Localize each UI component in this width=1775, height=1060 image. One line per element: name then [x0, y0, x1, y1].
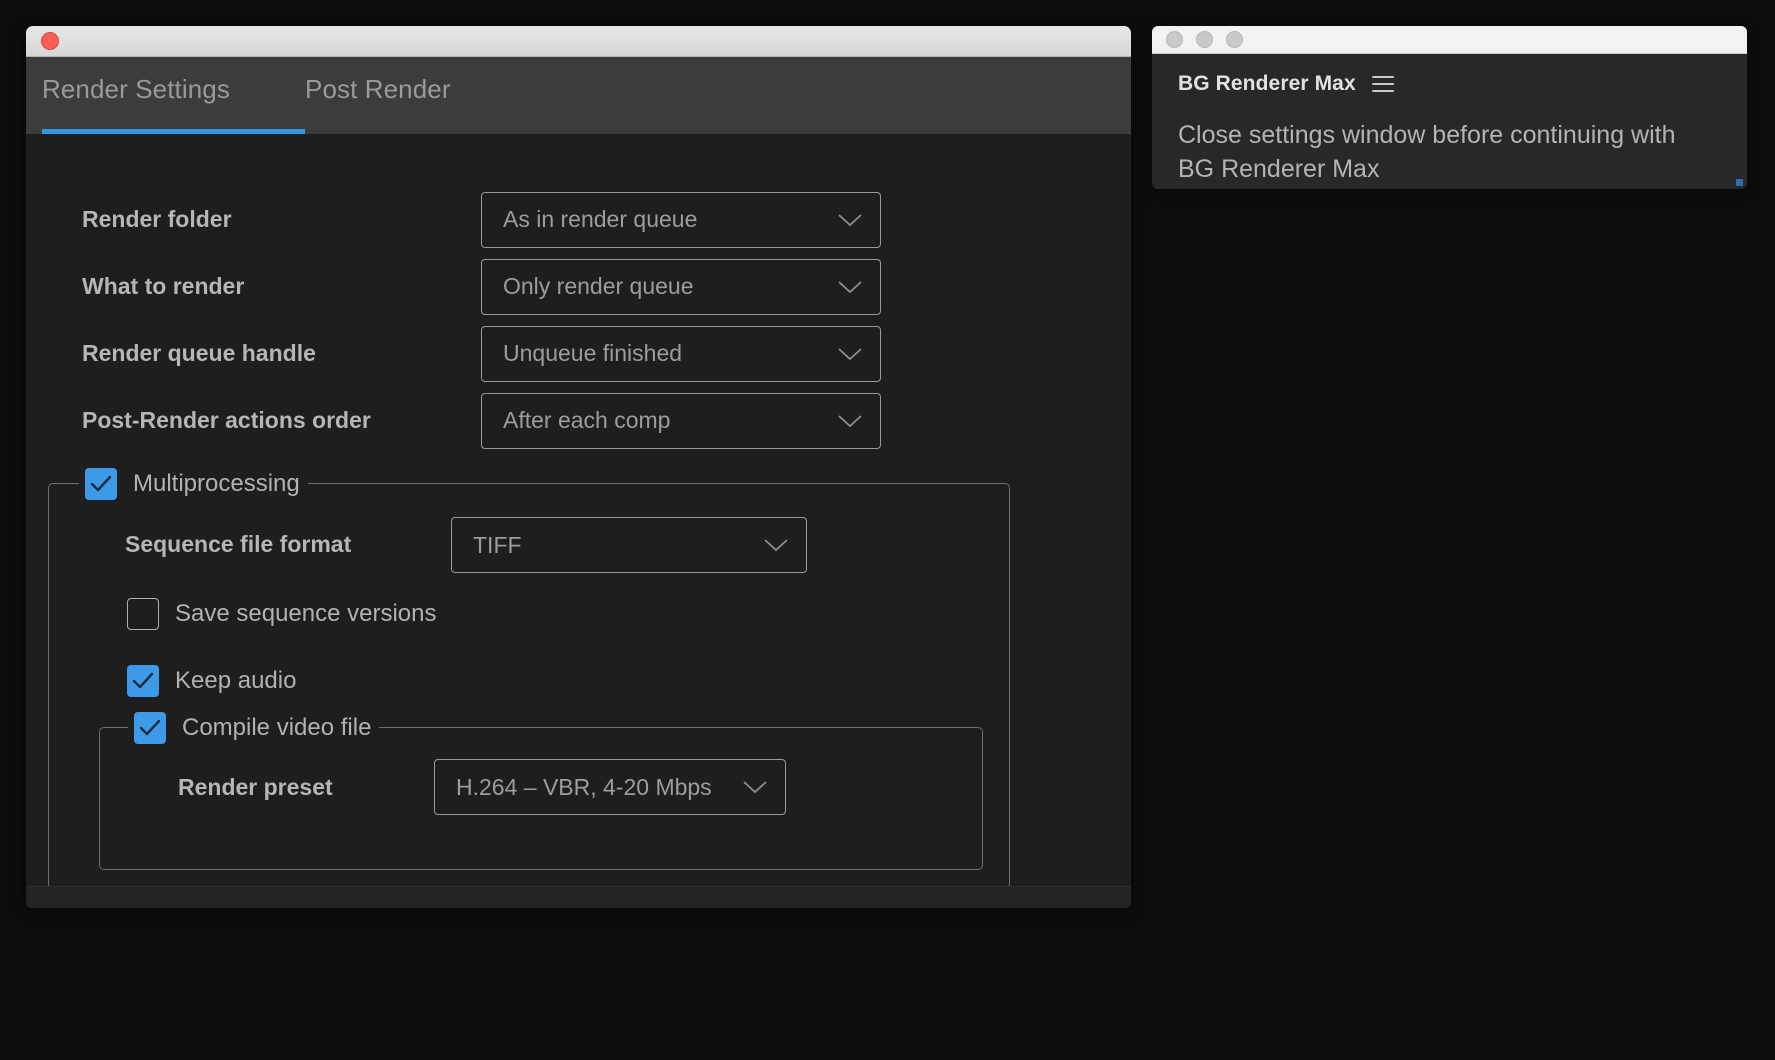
dropdown-render-folder-value: As in render queue [503, 206, 698, 232]
row-render-preset: Render preset H.264 – VBR, 4-20 Mbps [100, 759, 982, 815]
chevron-down-icon [763, 538, 789, 552]
bg-panel-title: BG Renderer Max [1178, 72, 1356, 95]
dropdown-post-render-actions-order[interactable]: After each comp [481, 392, 881, 449]
dropdown-render-preset[interactable]: H.264 – VBR, 4-20 Mbps [434, 759, 786, 815]
bg-window-titlebar [1152, 26, 1747, 54]
chevron-down-icon [837, 414, 863, 428]
bg-maximize-button[interactable] [1226, 31, 1243, 48]
resize-grip[interactable] [1736, 179, 1743, 186]
bg-close-button[interactable] [1166, 31, 1183, 48]
chevron-down-icon [837, 280, 863, 294]
tab-post-render[interactable]: Post Render [305, 74, 451, 105]
label-save-sequence-versions: Save sequence versions [175, 600, 437, 627]
dropdown-sequence-file-format-value: TIFF [473, 531, 522, 558]
checkbox-compile-video-file[interactable] [134, 712, 166, 744]
row-keep-audio[interactable]: Keep audio [127, 665, 296, 697]
dropdown-render-folder[interactable]: As in render queue [481, 191, 881, 248]
render-settings-window: Render Settings Post Render Render folde… [26, 26, 1131, 908]
row-sequence-file-format: Sequence file format TIFF [49, 517, 1009, 573]
dropdown-render-queue-handle-value: Unqueue finished [503, 340, 683, 366]
tab-render-settings-label: Render Settings [42, 74, 230, 104]
dropdown-render-queue-handle[interactable]: Unqueue finished [481, 325, 881, 382]
chevron-down-icon [837, 213, 863, 227]
label-keep-audio: Keep audio [175, 667, 297, 694]
dropdown-what-to-render[interactable]: Only render queue [481, 258, 881, 315]
label-render-queue-handle: Render queue handle [82, 340, 316, 366]
compile-video-file-group: Compile video file Render preset H.264 –… [99, 710, 983, 870]
multiprocessing-group: Multiprocessing Sequence file format TIF… [48, 466, 1010, 889]
row-render-folder: Render folder As in render queue [26, 186, 1131, 253]
checkbox-multiprocessing[interactable] [85, 468, 117, 500]
bg-window-body: BG Renderer Max Close settings window be… [1152, 54, 1747, 189]
tab-render-settings[interactable]: Render Settings [42, 74, 305, 105]
label-render-preset: Render preset [178, 774, 333, 800]
label-compile-video-file: Compile video file [182, 714, 372, 741]
compile-video-file-legend: Compile video file [128, 710, 380, 746]
dropdown-what-to-render-value: Only render queue [503, 273, 694, 299]
settings-content: Render folder As in render queue What to… [26, 134, 1131, 908]
checkbox-save-sequence-versions[interactable] [127, 598, 159, 630]
row-save-sequence-versions[interactable]: Save sequence versions [127, 598, 437, 630]
bg-panel-header: BG Renderer Max [1178, 72, 1721, 96]
screen: Render Settings Post Render Render folde… [0, 0, 1775, 1060]
window-titlebar [26, 26, 1131, 57]
label-what-to-render: What to render [82, 273, 245, 299]
dropdown-render-preset-value: H.264 – VBR, 4-20 Mbps [456, 773, 712, 800]
bg-renderer-max-window: BG Renderer Max Close settings window be… [1152, 26, 1747, 189]
row-what-to-render: What to render Only render queue [26, 253, 1131, 320]
chevron-down-icon [742, 780, 768, 794]
row-render-queue-handle: Render queue handle Unqueue finished [26, 320, 1131, 387]
multiprocessing-legend: Multiprocessing [79, 466, 308, 502]
label-sequence-file-format: Sequence file format [125, 531, 352, 557]
bg-status-message: Close settings window before continuing … [1178, 121, 1676, 183]
bg-minimize-button[interactable] [1196, 31, 1213, 48]
dropdown-sequence-file-format[interactable]: TIFF [451, 517, 807, 573]
close-window-button[interactable] [41, 32, 59, 50]
window-footer [26, 886, 1131, 908]
row-post-render-actions-order: Post-Render actions order After each com… [26, 387, 1131, 454]
hamburger-icon[interactable] [1371, 76, 1394, 92]
tab-post-render-label: Post Render [305, 74, 451, 104]
chevron-down-icon [837, 347, 863, 361]
label-render-folder: Render folder [82, 206, 232, 232]
checkbox-keep-audio[interactable] [127, 665, 159, 697]
tab-bar: Render Settings Post Render [26, 57, 1131, 134]
dropdown-post-render-actions-order-value: After each comp [503, 407, 671, 433]
label-multiprocessing: Multiprocessing [133, 470, 300, 497]
label-post-render-actions-order: Post-Render actions order [82, 407, 371, 433]
